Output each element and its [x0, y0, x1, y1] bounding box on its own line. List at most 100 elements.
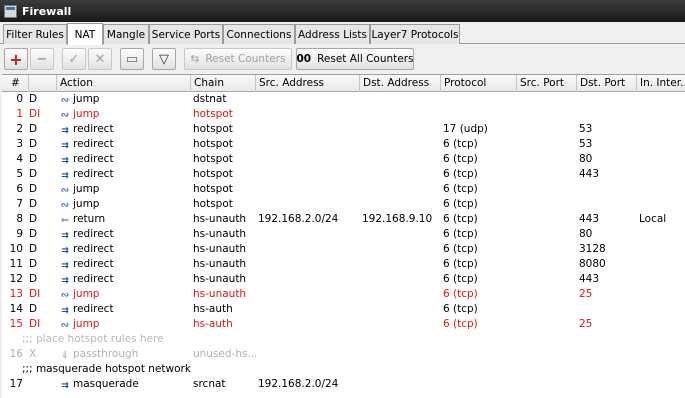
col-flags[interactable]: [29, 75, 57, 92]
cell-action: ⇉ redirect: [59, 257, 191, 272]
col-action[interactable]: Action: [57, 75, 191, 92]
cell-action: ⇉ masquerade: [59, 377, 191, 392]
cell-src: [258, 347, 360, 362]
comment-text: ;;; masquerade hotspot network: [22, 363, 191, 375]
redirect-icon: ⇉: [61, 276, 69, 286]
table-row[interactable]: 1 DI ∾ jump hotspot: [2, 107, 685, 122]
table-row[interactable]: 12 D ⇉ redirect hs-unauth 6 (tcp) 443: [2, 272, 685, 287]
cell-proto: 6 (tcp): [443, 228, 478, 240]
table-row[interactable]: 13 DI ∾ jump hs-unauth 6 (tcp) 25: [2, 287, 685, 302]
reset-all-counters-button[interactable]: 00 Reset All Counters: [296, 48, 414, 70]
cell-src: [258, 227, 360, 242]
table-row[interactable]: 7 D ∾ jump hotspot 6 (tcp): [2, 197, 685, 212]
cell-chain: hotspot: [193, 168, 233, 180]
col-in-interface[interactable]: In. Inter...: [637, 75, 685, 92]
cell-action: ⇉ redirect: [59, 137, 191, 152]
cell-chain: hotspot: [193, 138, 233, 150]
redirect-icon: ⇉: [61, 261, 69, 271]
comment-row[interactable]: ;;; masquerade hotspot network: [2, 362, 685, 377]
table-row[interactable]: 4 D ⇉ redirect hotspot 6 (tcp) 80: [2, 152, 685, 167]
cell-src: [258, 317, 360, 332]
col-src-port[interactable]: Src. Port: [517, 75, 577, 92]
table-row[interactable]: 10 D ⇉ redirect hs-unauth 6 (tcp) 3128: [2, 242, 685, 257]
table-row[interactable]: 14 D ⇉ redirect hs-auth 6 (tcp): [2, 302, 685, 317]
col-src-address[interactable]: Src. Address: [256, 75, 360, 92]
table-row[interactable]: 5 D ⇉ redirect hotspot 6 (tcp) 443: [2, 167, 685, 182]
table-row[interactable]: 17 ⇉ masquerade srcnat 192.168.2.0/24: [2, 377, 685, 392]
tab-mangle[interactable]: Mangle: [103, 24, 149, 44]
jump-icon: ∾: [60, 110, 70, 121]
cell-flag: D: [29, 258, 38, 270]
cell-proto: 6 (tcp): [443, 273, 478, 285]
table-row[interactable]: 9 D ⇉ redirect hs-unauth 6 (tcp) 80: [2, 227, 685, 242]
cell-iif: [639, 122, 685, 137]
table-row[interactable]: 8 D ⇐ return hs-unauth 192.168.2.0/24 192.168.…: [2, 212, 685, 227]
cell-proto: 6 (tcp): [443, 153, 478, 165]
cell-flag: D: [29, 153, 38, 165]
cell-action: ⇉ redirect: [59, 242, 191, 257]
table-row[interactable]: 15 DI ∾ jump hs-auth 6 (tcp) 25: [2, 317, 685, 332]
cell-dst: [362, 227, 441, 242]
cell-dport: [579, 182, 637, 197]
table-row[interactable]: 6 D ∾ jump hotspot 6 (tcp): [2, 182, 685, 197]
cell-dport: [579, 107, 637, 122]
add-button[interactable]: +: [4, 48, 28, 70]
tab-address-lists[interactable]: Address Lists: [295, 24, 370, 44]
table-row[interactable]: 3 D ⇉ redirect hotspot 6 (tcp) 53: [2, 137, 685, 152]
cell-dport: [579, 347, 637, 362]
plus-icon: +: [9, 49, 23, 69]
window-titlebar[interactable]: Firewall: [0, 0, 685, 22]
reset-all-counters-icon: 00: [296, 53, 312, 65]
cell-num: 9: [16, 228, 23, 240]
cell-flag: DI: [29, 288, 41, 300]
cell-chain: unused-hs...: [193, 348, 256, 360]
tab-filter-rules[interactable]: Filter Rules: [3, 24, 67, 44]
table-body: 0 D ∾ jump dstnat 1 DI ∾ jump hotspot 2 D ⇉ redirect h…: [2, 92, 685, 392]
redirect-icon: ⇉: [61, 246, 69, 256]
action-label: jump: [73, 318, 100, 330]
enable-button[interactable]: ✓: [62, 48, 86, 70]
cell-src: [258, 257, 360, 272]
action-label: jump: [73, 288, 100, 300]
action-label: return: [73, 213, 106, 225]
cell-proto: 6 (tcp): [443, 213, 478, 225]
disable-button[interactable]: ✕: [88, 48, 112, 70]
table-row[interactable]: 2 D ⇉ redirect hotspot 17 (udp) 53: [2, 122, 685, 137]
col-number[interactable]: #: [2, 75, 29, 92]
cell-num: 11: [9, 258, 23, 270]
jump-icon: ∾: [60, 320, 70, 331]
table-row[interactable]: 11 D ⇉ redirect hs-unauth 6 (tcp) 8080: [2, 257, 685, 272]
cell-sport: [519, 347, 577, 362]
cell-sport: [519, 107, 577, 122]
nat-rules-table[interactable]: # Action Chain Src. Address Dst. Address…: [2, 74, 685, 398]
cell-dport: 25: [579, 288, 593, 300]
window-title: Firewall: [22, 4, 72, 18]
cell-dport: 80: [579, 228, 593, 240]
remove-button[interactable]: −: [30, 48, 54, 70]
tab-connections[interactable]: Connections: [223, 24, 295, 44]
comment-button[interactable]: ▭: [120, 48, 144, 70]
table-row[interactable]: 0 D ∾ jump dstnat: [2, 92, 685, 107]
comment-icon: ▭: [125, 51, 139, 67]
tab-nat[interactable]: NAT: [67, 23, 103, 45]
action-label: redirect: [73, 228, 114, 240]
comment-row[interactable]: ;;; place hotspot rules here: [2, 332, 685, 347]
cell-dst: [362, 287, 441, 302]
cell-sport: [519, 182, 577, 197]
tab-layer7-protocols[interactable]: Layer7 Protocols: [370, 24, 460, 44]
masquerade-icon: ⇉: [61, 381, 69, 391]
col-protocol[interactable]: Protocol: [441, 75, 517, 92]
filter-button[interactable]: ▽: [152, 48, 176, 70]
col-dst-port[interactable]: Dst. Port: [577, 75, 637, 92]
col-chain[interactable]: Chain: [191, 75, 256, 92]
col-dst-address[interactable]: Dst. Address: [360, 75, 441, 92]
reset-counters-button[interactable]: ⇆ Reset Counters: [184, 48, 292, 70]
jump-icon: ∾: [60, 290, 70, 301]
cell-chain: hotspot: [193, 153, 233, 165]
tab-service-ports[interactable]: Service Ports: [149, 24, 223, 44]
table-row[interactable]: 16 X ⇓ passthrough unused-hs...: [2, 347, 685, 362]
cell-iif: [639, 107, 685, 122]
cell-chain: hotspot: [193, 123, 233, 135]
action-label: masquerade: [73, 378, 139, 390]
jump-icon: ∾: [60, 95, 70, 106]
